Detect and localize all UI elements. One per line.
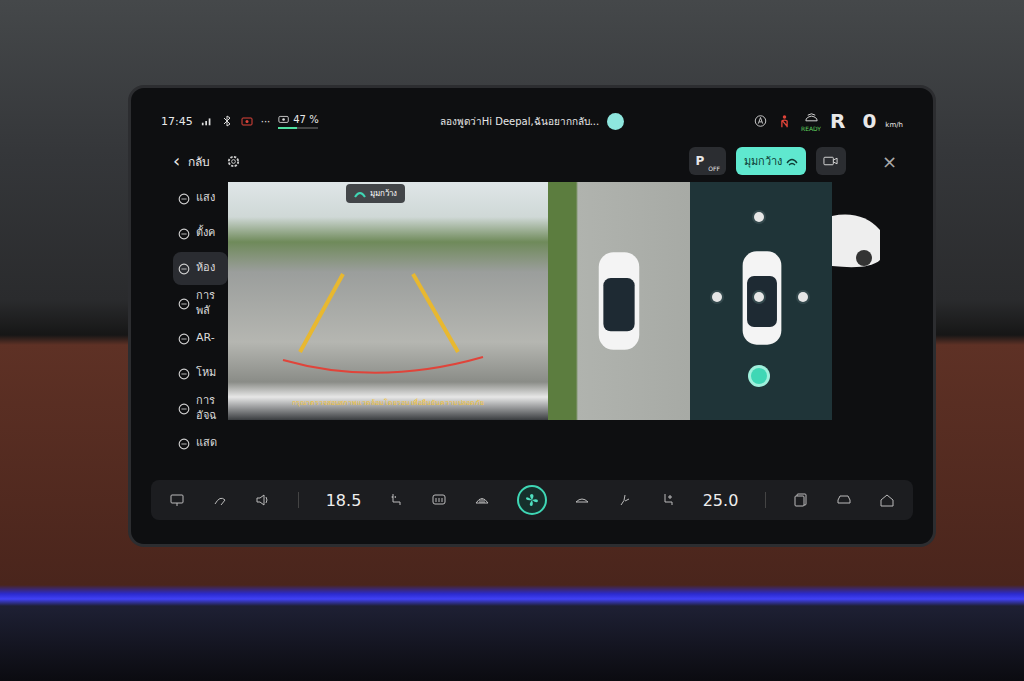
climate-dock: 18.5 25.0: [151, 480, 913, 520]
battery-percent: 47 %: [293, 114, 318, 125]
car-preview-icon: [832, 206, 882, 276]
sidebar-item[interactable]: แสด: [173, 427, 228, 460]
ready-indicator: READY: [801, 111, 821, 132]
airflow-icon[interactable]: [617, 492, 633, 508]
menu-icon: [177, 437, 191, 451]
battery-icon: [278, 113, 290, 125]
wide-angle-icon: [354, 188, 366, 200]
settings-gear-icon[interactable]: [226, 154, 241, 169]
sidebar-item[interactable]: ตั้งค: [173, 217, 228, 250]
dashcam-button[interactable]: [816, 147, 846, 175]
sidebar-item[interactable]: การพลั: [173, 287, 228, 320]
camera-icon: [823, 154, 838, 168]
screen-mirror-icon[interactable]: [169, 492, 185, 508]
record-status-icon: [241, 115, 253, 127]
front-defrost-icon[interactable]: [474, 492, 490, 508]
bluetooth-icon: [221, 115, 233, 127]
menu-icon: [177, 192, 191, 206]
wide-angle-button[interactable]: มุมกว้าง: [736, 147, 806, 175]
menu-icon: [177, 332, 191, 346]
clock: 17:45: [161, 115, 193, 128]
status-bar: 17:45 ··· 47 % ลองพูดว่าHi Deepal,ฉันอยากกล…: [151, 108, 913, 134]
voice-hint[interactable]: ลองพูดว่าHi Deepal,ฉันอยากกลับ...: [440, 113, 624, 130]
car-top-icon: [596, 246, 642, 356]
signal-icon: [201, 115, 213, 127]
menu-icon: [177, 367, 191, 381]
recirculation-icon[interactable]: [574, 492, 590, 508]
sidebar-item[interactable]: ห้อง: [173, 252, 228, 285]
seatbelt-icon: [777, 114, 792, 128]
safety-warning: กรุณาตรวจสอบสภาพแวดล้อมโดยรอบ เพื่อยืนยั…: [228, 397, 548, 408]
view-dot[interactable]: [751, 368, 767, 384]
battery-bar: [278, 127, 318, 129]
nav-row: ‹กลับ POFF มุมกว้าง ×: [151, 144, 913, 178]
back-button[interactable]: ‹กลับ: [173, 152, 210, 171]
driver-temperature[interactable]: 18.5: [326, 491, 362, 510]
sidebar-item[interactable]: AR-: [173, 322, 228, 355]
sidebar-item[interactable]: การอัจฉ: [173, 392, 228, 425]
voice-assistant-icon[interactable]: [607, 113, 624, 130]
home-icon[interactable]: [879, 492, 895, 508]
close-button[interactable]: ×: [882, 151, 897, 172]
sidebar: แสงตั้งคห้องการพลัAR-โหมการอัจฉแสด: [151, 182, 228, 476]
rear-defrost-icon[interactable]: [431, 492, 447, 508]
multitask-icon[interactable]: [793, 492, 809, 508]
parking-guidelines: [228, 182, 548, 420]
rear-camera-view: มุมกว้างกรุณาตรวจสอบสภาพแวดล้อมโดยรอบ เพ…: [228, 182, 548, 420]
view-dot[interactable]: [754, 292, 764, 302]
speed-unit: km/h: [885, 121, 903, 129]
seat-heat-icon[interactable]: [388, 492, 404, 508]
wide-angle-icon: [786, 155, 798, 167]
camera-panel: มุมกว้างกรุณาตรวจสอบสภาพแวดล้อมโดยรอบ เพ…: [228, 182, 832, 420]
menu-icon: [177, 262, 191, 276]
car-ready-icon: [804, 111, 819, 125]
view-dot[interactable]: [798, 292, 808, 302]
parking-sensor-button[interactable]: POFF: [689, 147, 725, 175]
sidebar-item[interactable]: แสง: [173, 182, 228, 215]
car-dashboard: 17:45 ··· 47 % ลองพูดว่าHi Deepal,ฉันอยากกล…: [0, 0, 1024, 681]
camera-mode-label: มุมกว้าง: [346, 184, 405, 203]
auto-hold-icon: [753, 114, 768, 128]
more-indicator: ···: [261, 116, 271, 127]
fan-icon: [524, 492, 540, 508]
passenger-temperature[interactable]: 25.0: [703, 491, 739, 510]
speed: 0: [862, 109, 876, 133]
sidebar-item[interactable]: โหม: [173, 357, 228, 390]
volume-icon[interactable]: [255, 492, 271, 508]
view-selector: [690, 182, 832, 420]
menu-icon: [177, 402, 191, 416]
vehicle-icon[interactable]: [836, 492, 852, 508]
battery: 47 %: [278, 113, 318, 129]
infotainment-screen: 17:45 ··· 47 % ลองพูดว่าHi Deepal,ฉันอยากกล…: [128, 85, 936, 547]
passenger-seat-icon[interactable]: [660, 492, 676, 508]
fan-button[interactable]: [517, 485, 547, 515]
tailgate-icon[interactable]: [212, 492, 228, 508]
view-dot[interactable]: [712, 292, 722, 302]
main-area: แสงตั้งคห้องการพลัAR-โหมการอัจฉแสดมุมกว้…: [151, 182, 913, 476]
gear-indicator: R: [830, 109, 845, 133]
view-dot[interactable]: [754, 212, 764, 222]
menu-icon: [177, 297, 191, 311]
top-down-view: [548, 182, 690, 420]
menu-icon: [177, 227, 191, 241]
